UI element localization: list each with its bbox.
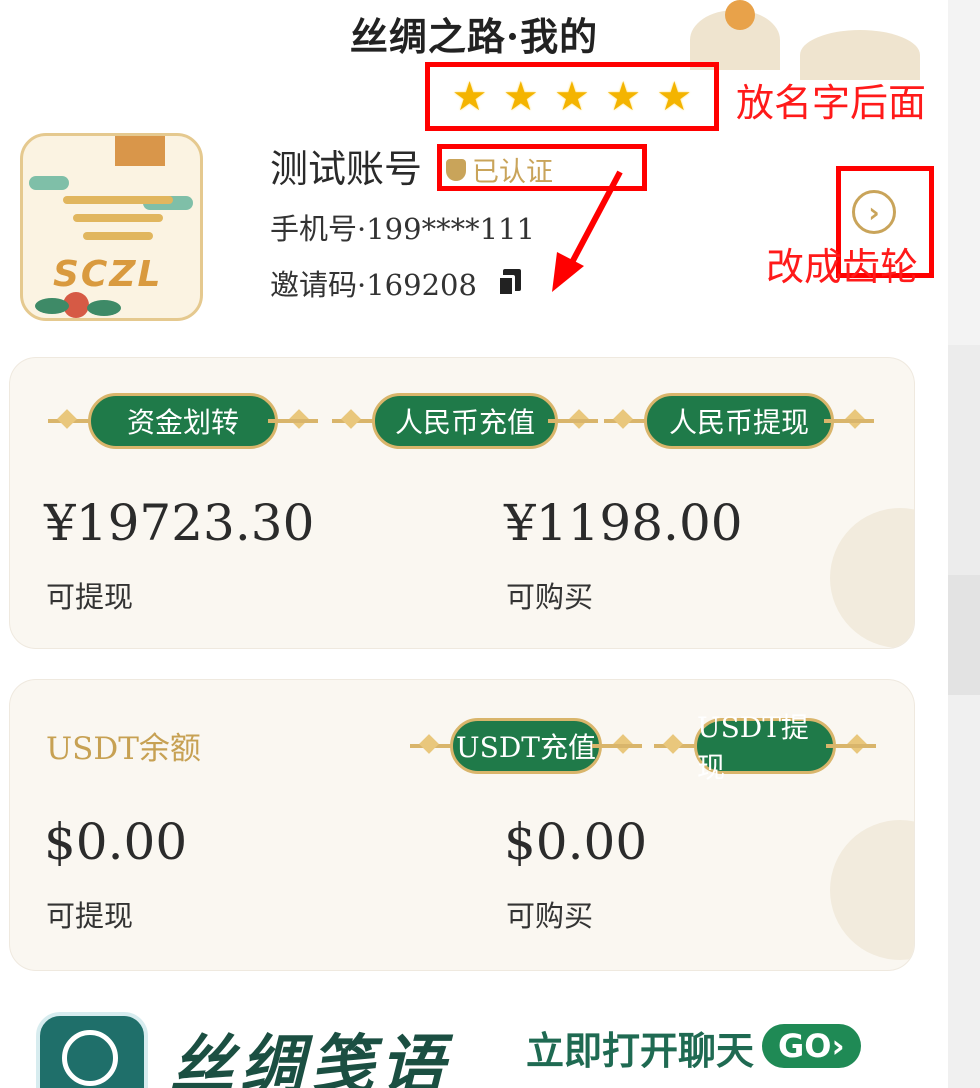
rmb-withdrawable-label: 可提现 (46, 580, 134, 614)
chat-app-banner[interactable]: 丝绸笺语 立即打开聊天 GO› (0, 1000, 948, 1088)
usdt-purchasable-amount: $0.00 (504, 813, 648, 871)
usdt-recharge-button[interactable]: USDT充值 (410, 718, 642, 774)
chat-app-icon (36, 1012, 148, 1088)
gear-annotation-note: 改成齿轮 (766, 245, 919, 289)
transfer-button[interactable]: 资金划转 (48, 393, 318, 449)
usdt-withdrawable-amount: $0.00 (44, 813, 188, 871)
rmb-purchasable-label: 可购买 (506, 580, 594, 614)
phone-number: 手机号·199****111 (270, 212, 535, 246)
background-window-strip (948, 0, 980, 1088)
rmb-withdraw-button[interactable]: 人民币提现 (604, 393, 874, 449)
rmb-recharge-button[interactable]: 人民币充值 (332, 393, 598, 449)
invite-code-row: 邀请码·169208 (270, 262, 521, 304)
rmb-withdrawable-amount: ¥19723.30 (44, 494, 315, 552)
chat-app-brand: 丝绸笺语 (170, 1028, 450, 1088)
open-chat-label: 立即打开聊天 (526, 1029, 755, 1073)
usdt-withdraw-button[interactable]: USDT提现 (654, 711, 876, 784)
invite-code: 邀请码·169208 (270, 268, 477, 302)
rmb-purchasable-amount: ¥1198.00 (504, 494, 743, 552)
copy-icon[interactable] (496, 269, 521, 297)
profile-chevron-button[interactable]: › (852, 190, 896, 234)
usdt-balance-title: USDT余额 (46, 731, 201, 767)
usdt-withdrawable-label: 可提现 (46, 899, 134, 933)
mine-page: 丝绸之路·我的 SCZL ★ ★ ★ ★ ★ 放名字后面 测试账号 已认证 手机… (0, 0, 948, 1088)
go-button[interactable]: GO› (762, 1024, 861, 1068)
usdt-purchasable-label: 可购买 (506, 899, 594, 933)
